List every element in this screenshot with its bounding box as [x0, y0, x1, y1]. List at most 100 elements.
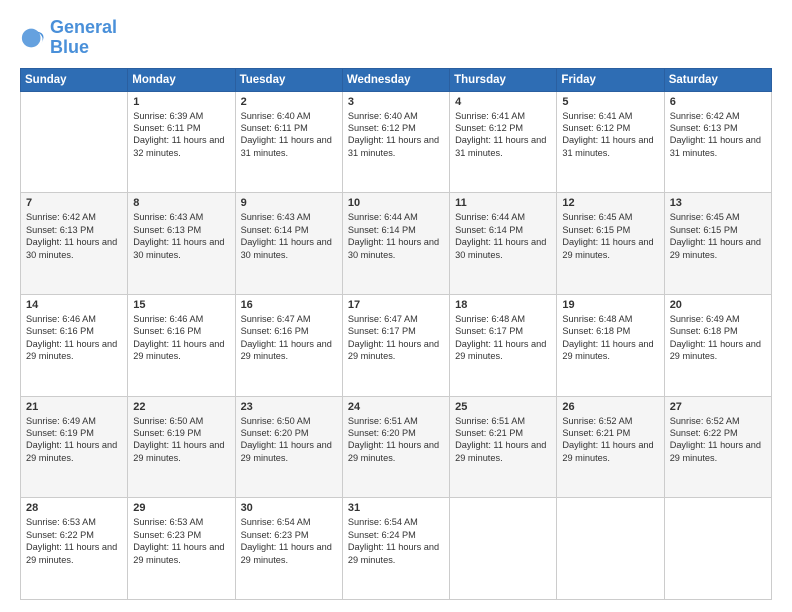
cell-info: Sunrise: 6:40 AM Sunset: 6:11 PM Dayligh…	[241, 110, 337, 160]
calendar-cell	[21, 91, 128, 193]
day-number: 27	[670, 401, 766, 413]
calendar-cell: 21 Sunrise: 6:49 AM Sunset: 6:19 PM Dayli…	[21, 396, 128, 498]
page: General Blue SundayMondayTuesdayWednesda…	[0, 0, 792, 612]
calendar-cell: 5 Sunrise: 6:41 AM Sunset: 6:12 PM Daylig…	[557, 91, 664, 193]
calendar-cell: 22Sunrise: 6:50 AM Sunset: 6:19 PM Dayli…	[128, 396, 235, 498]
day-number: 12	[562, 197, 658, 209]
calendar-table: SundayMondayTuesdayWednesdayThursdayFrid…	[20, 68, 772, 600]
cell-info: Sunrise: 6:44 AM Sunset: 6:14 PM Dayligh…	[455, 211, 551, 261]
day-number: 30	[241, 502, 337, 514]
day-number: 17	[348, 299, 444, 311]
calendar-cell: 27 Sunrise: 6:52 AM Sunset: 6:22 PM Dayli…	[664, 396, 771, 498]
weekday-header-cell: Tuesday	[235, 68, 342, 91]
weekday-header-cell: Monday	[128, 68, 235, 91]
weekday-header-cell: Friday	[557, 68, 664, 91]
day-number: 25	[455, 401, 551, 413]
day-number: 14	[26, 299, 122, 311]
calendar-cell: 4 Sunrise: 6:41 AM Sunset: 6:12 PM Daylig…	[450, 91, 557, 193]
calendar-cell: 10Sunrise: 6:44 AM Sunset: 6:14 PM Dayli…	[342, 193, 449, 295]
calendar-week-row: 7 Sunrise: 6:42 AM Sunset: 6:13 PM Daylig…	[21, 193, 772, 295]
cell-info: Sunrise: 6:42 AM Sunset: 6:13 PM Dayligh…	[26, 211, 122, 261]
calendar-cell: 14 Sunrise: 6:46 AM Sunset: 6:16 PM Dayli…	[21, 294, 128, 396]
cell-info: Sunrise: 6:41 AM Sunset: 6:12 PM Dayligh…	[562, 110, 658, 160]
day-number: 29	[133, 502, 229, 514]
calendar-week-row: 21 Sunrise: 6:49 AM Sunset: 6:19 PM Dayli…	[21, 396, 772, 498]
cell-info: Sunrise: 6:49 AM Sunset: 6:18 PM Dayligh…	[670, 313, 766, 363]
calendar-cell: 2 Sunrise: 6:40 AM Sunset: 6:11 PM Daylig…	[235, 91, 342, 193]
cell-info: Sunrise: 6:43 AM Sunset: 6:13 PM Dayligh…	[133, 211, 229, 261]
cell-info: Sunrise: 6:50 AM Sunset: 6:20 PM Dayligh…	[241, 415, 337, 465]
calendar-cell: 26 Sunrise: 6:52 AM Sunset: 6:21 PM Dayli…	[557, 396, 664, 498]
logo-icon	[20, 24, 48, 52]
cell-info: Sunrise: 6:45 AM Sunset: 6:15 PM Dayligh…	[562, 211, 658, 261]
cell-info: Sunrise: 6:40 AM Sunset: 6:12 PM Dayligh…	[348, 110, 444, 160]
cell-info: Sunrise: 6:46 AM Sunset: 6:16 PM Dayligh…	[26, 313, 122, 363]
cell-info: Sunrise: 6:54 AM Sunset: 6:23 PM Dayligh…	[241, 516, 337, 566]
calendar-cell: 13Sunrise: 6:45 AM Sunset: 6:15 PM Dayli…	[664, 193, 771, 295]
cell-info: Sunrise: 6:51 AM Sunset: 6:21 PM Dayligh…	[455, 415, 551, 465]
day-number: 23	[241, 401, 337, 413]
day-number: 21	[26, 401, 122, 413]
day-number: 6	[670, 96, 766, 108]
cell-info: Sunrise: 6:51 AM Sunset: 6:20 PM Dayligh…	[348, 415, 444, 465]
day-number: 22	[133, 401, 229, 413]
cell-info: Sunrise: 6:47 AM Sunset: 6:16 PM Dayligh…	[241, 313, 337, 363]
cell-info: Sunrise: 6:49 AM Sunset: 6:19 PM Dayligh…	[26, 415, 122, 465]
calendar-cell: 15 Sunrise: 6:46 AM Sunset: 6:16 PM Dayli…	[128, 294, 235, 396]
calendar-cell	[664, 498, 771, 600]
calendar-cell: 20Sunrise: 6:49 AM Sunset: 6:18 PM Dayli…	[664, 294, 771, 396]
calendar-cell: 23 Sunrise: 6:50 AM Sunset: 6:20 PM Dayli…	[235, 396, 342, 498]
day-number: 16	[241, 299, 337, 311]
calendar-cell: 29Sunrise: 6:53 AM Sunset: 6:23 PM Dayli…	[128, 498, 235, 600]
calendar-cell: 9 Sunrise: 6:43 AM Sunset: 6:14 PM Daylig…	[235, 193, 342, 295]
logo: General Blue	[20, 18, 117, 58]
cell-info: Sunrise: 6:42 AM Sunset: 6:13 PM Dayligh…	[670, 110, 766, 160]
calendar-week-row: 28 Sunrise: 6:53 AM Sunset: 6:22 PM Dayli…	[21, 498, 772, 600]
cell-info: Sunrise: 6:48 AM Sunset: 6:18 PM Dayligh…	[562, 313, 658, 363]
cell-info: Sunrise: 6:43 AM Sunset: 6:14 PM Dayligh…	[241, 211, 337, 261]
cell-info: Sunrise: 6:52 AM Sunset: 6:21 PM Dayligh…	[562, 415, 658, 465]
calendar-cell	[450, 498, 557, 600]
calendar-cell: 11 Sunrise: 6:44 AM Sunset: 6:14 PM Dayli…	[450, 193, 557, 295]
cell-info: Sunrise: 6:52 AM Sunset: 6:22 PM Dayligh…	[670, 415, 766, 465]
calendar-cell: 19 Sunrise: 6:48 AM Sunset: 6:18 PM Dayli…	[557, 294, 664, 396]
day-number: 19	[562, 299, 658, 311]
calendar-cell: 3 Sunrise: 6:40 AM Sunset: 6:12 PM Daylig…	[342, 91, 449, 193]
cell-info: Sunrise: 6:54 AM Sunset: 6:24 PM Dayligh…	[348, 516, 444, 566]
day-number: 13	[670, 197, 766, 209]
day-number: 2	[241, 96, 337, 108]
cell-info: Sunrise: 6:47 AM Sunset: 6:17 PM Dayligh…	[348, 313, 444, 363]
weekday-header-cell: Wednesday	[342, 68, 449, 91]
day-number: 31	[348, 502, 444, 514]
cell-info: Sunrise: 6:46 AM Sunset: 6:16 PM Dayligh…	[133, 313, 229, 363]
day-number: 8	[133, 197, 229, 209]
calendar-cell: 6 Sunrise: 6:42 AM Sunset: 6:13 PM Daylig…	[664, 91, 771, 193]
cell-info: Sunrise: 6:53 AM Sunset: 6:22 PM Dayligh…	[26, 516, 122, 566]
calendar-cell: 18Sunrise: 6:48 AM Sunset: 6:17 PM Dayli…	[450, 294, 557, 396]
cell-info: Sunrise: 6:39 AM Sunset: 6:11 PM Dayligh…	[133, 110, 229, 160]
cell-info: Sunrise: 6:41 AM Sunset: 6:12 PM Dayligh…	[455, 110, 551, 160]
calendar-cell: 8 Sunrise: 6:43 AM Sunset: 6:13 PM Daylig…	[128, 193, 235, 295]
calendar-cell: 25 Sunrise: 6:51 AM Sunset: 6:21 PM Dayli…	[450, 396, 557, 498]
calendar-cell: 31 Sunrise: 6:54 AM Sunset: 6:24 PM Dayli…	[342, 498, 449, 600]
day-number: 9	[241, 197, 337, 209]
day-number: 7	[26, 197, 122, 209]
day-number: 5	[562, 96, 658, 108]
day-number: 15	[133, 299, 229, 311]
day-number: 3	[348, 96, 444, 108]
day-number: 18	[455, 299, 551, 311]
day-number: 28	[26, 502, 122, 514]
calendar-week-row: 1 Sunrise: 6:39 AM Sunset: 6:11 PM Daylig…	[21, 91, 772, 193]
day-number: 1	[133, 96, 229, 108]
calendar-cell: 28 Sunrise: 6:53 AM Sunset: 6:22 PM Dayli…	[21, 498, 128, 600]
day-number: 11	[455, 197, 551, 209]
calendar-week-row: 14 Sunrise: 6:46 AM Sunset: 6:16 PM Dayli…	[21, 294, 772, 396]
calendar-cell	[557, 498, 664, 600]
header: General Blue	[20, 18, 772, 58]
weekday-header-cell: Thursday	[450, 68, 557, 91]
day-number: 4	[455, 96, 551, 108]
logo-text: General Blue	[50, 18, 117, 58]
weekday-header-cell: Saturday	[664, 68, 771, 91]
day-number: 26	[562, 401, 658, 413]
calendar-cell: 17 Sunrise: 6:47 AM Sunset: 6:17 PM Dayli…	[342, 294, 449, 396]
